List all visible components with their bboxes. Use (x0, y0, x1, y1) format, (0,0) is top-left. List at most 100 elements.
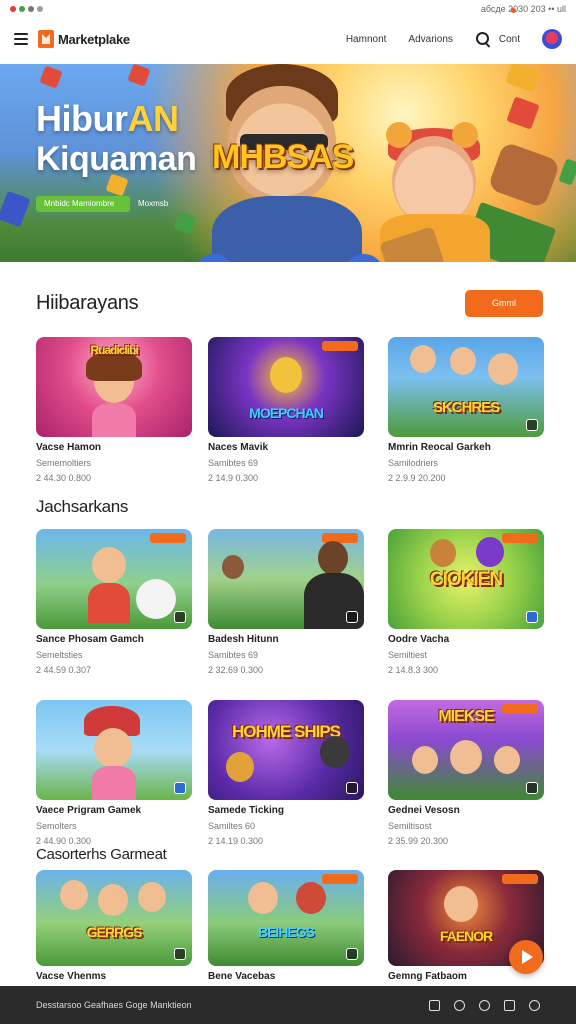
edit-icon[interactable] (504, 999, 515, 1011)
character-face (320, 736, 350, 768)
block-decoration (173, 211, 197, 235)
instagram-icon[interactable] (479, 999, 490, 1011)
notification-icon (10, 6, 16, 12)
block-decoration (0, 190, 31, 228)
hamburger-menu-icon[interactable] (14, 33, 28, 45)
card-meta: 2 44.90 0.300 (36, 836, 92, 846)
game-thumbnail[interactable] (36, 529, 192, 629)
hero-secondary-link[interactable]: Moxmsb (138, 196, 168, 212)
game-card[interactable]: HOHME SHIPS Samede Ticking Samiltes 60 2… (208, 700, 364, 846)
game-thumbnail[interactable]: GERRGS (36, 870, 192, 966)
thumbnail-logo: MOEPCHAN (249, 405, 324, 421)
card-subtitle: Semiltisost (388, 821, 432, 831)
card-title[interactable]: Vacse Vhenms (36, 971, 192, 982)
character-face (444, 886, 478, 922)
footer-text[interactable]: Desstarsoo Geafhaes Goge Manktieon (36, 1000, 192, 1010)
block-decoration (505, 64, 541, 93)
game-card[interactable]: GERRGS Vacse Vhenms (36, 870, 192, 982)
game-thumbnail[interactable]: MOEPCHAN (208, 337, 364, 437)
card-title[interactable]: Oodre Vacha (388, 634, 544, 645)
section-more-button[interactable]: Gmml (465, 290, 543, 317)
block-decoration (487, 141, 561, 209)
game-thumbnail[interactable]: SKCHRES (388, 337, 544, 437)
card-meta: 2 35.99 20.300 (388, 836, 449, 846)
card-title[interactable]: Bene Vacebas (208, 971, 364, 982)
card-subtitle: Samibtes 69 (208, 458, 259, 468)
badge-icon (174, 948, 186, 960)
character-body (88, 583, 130, 623)
card-title[interactable]: Mmrin Reocal Garkeh (388, 442, 544, 453)
block-decoration (39, 65, 63, 89)
card-subtitle: Samiltes 60 (208, 821, 256, 831)
badge-icon (346, 782, 358, 794)
badge-icon (174, 782, 186, 794)
search-icon[interactable] (475, 31, 491, 47)
hero-subtitle: Kiquaman (36, 140, 197, 178)
card-subtitle: Samilodriers (388, 458, 439, 468)
badge-icon (346, 948, 358, 960)
facebook-icon[interactable] (429, 999, 440, 1011)
character-face (488, 353, 518, 385)
app-icon (19, 6, 25, 12)
game-thumbnail[interactable]: MIEKSE (388, 700, 544, 800)
game-card[interactable]: Badesh Hitunn Samibtes 69 2 32.69 0.300 (208, 529, 364, 675)
hero-primary-button[interactable]: Mnbidc Mamiombre (36, 196, 130, 212)
game-card[interactable]: SKCHRES Mmrin Reocal Garkeh Samilodriers… (388, 337, 544, 483)
game-card[interactable]: MOEPCHAN Naces Mavik Samibtes 69 2 14.9 … (208, 337, 364, 483)
character-face (98, 884, 128, 916)
character-face (222, 555, 244, 579)
card-subtitle: Sememoltiers (36, 458, 92, 468)
card-subtitle: Semeltsties (36, 650, 83, 660)
game-thumbnail[interactable]: CIOKIEN (388, 529, 544, 629)
block-decoration (127, 64, 151, 87)
thumbnail-tag (322, 341, 358, 351)
badge-icon (526, 419, 538, 431)
game-card[interactable]: BEIHEGS Bene Vacebas (208, 870, 364, 982)
card-meta: 2 32.69 0.300 (208, 665, 264, 675)
thumbnail-logo: GERRGS (86, 923, 143, 940)
game-card[interactable]: MIEKSE Gednei Vesosn Semiltisost 2 35.99… (388, 700, 544, 846)
footer: Desstarsoo Geafhaes Goge Manktieon (0, 986, 576, 1024)
card-title[interactable]: Sance Phosam Gamch (36, 634, 192, 645)
card-subtitle: Samibtes 69 (208, 650, 259, 660)
nav-link-3[interactable]: Cont (499, 34, 520, 45)
card-title[interactable]: Badesh Hitunn (208, 634, 364, 645)
robot-character (136, 579, 176, 619)
thumbnail-tag (322, 874, 358, 884)
logo-icon[interactable] (38, 30, 54, 48)
card-title[interactable]: Vacse Hamon (36, 442, 192, 453)
app-icon (28, 6, 34, 12)
card-title[interactable]: Gednei Vesosn (388, 805, 544, 816)
nav-link-2[interactable]: Advarions (408, 34, 452, 45)
notification-dot-icon (511, 8, 516, 13)
character-face (450, 347, 476, 375)
game-card[interactable]: Ruadiclibi Vacse Hamon Sememoltiers 2 44… (36, 337, 192, 483)
game-thumbnail[interactable] (208, 529, 364, 629)
hero-title: HiburAN (36, 98, 179, 139)
thumbnail-logo: CIOKIEN (429, 569, 503, 590)
block-decoration (506, 96, 540, 130)
card-title[interactable]: Naces Mavik (208, 442, 364, 453)
status-text: абсде 2030 203 •• ull (480, 4, 566, 14)
settings-icon[interactable] (529, 999, 540, 1011)
logo-text[interactable]: Marketplake (58, 32, 130, 47)
game-thumbnail[interactable] (36, 700, 192, 800)
game-card[interactable]: Sance Phosam Gamch Semeltsties 2 44.59 0… (36, 529, 192, 675)
twitter-icon[interactable] (454, 999, 465, 1011)
game-thumbnail[interactable]: BEIHEGS (208, 870, 364, 966)
card-title[interactable]: Vaece Prigram Gamek (36, 805, 192, 816)
character-face (318, 541, 348, 575)
card-title[interactable]: Samede Ticking (208, 805, 364, 816)
top-navigation: Marketplake Hamnont Advarions Cont (0, 18, 576, 60)
card-meta: 2 44.30 0.800 (36, 473, 92, 483)
character-face (270, 357, 302, 393)
hero-banner[interactable]: HiburAN Kiquaman MHBSAS Mnbidc Mamiombre… (0, 64, 576, 262)
play-button[interactable] (509, 940, 543, 974)
avatar[interactable] (542, 29, 562, 49)
hero-character-boy (212, 196, 362, 262)
game-card[interactable]: CIOKIEN Oodre Vacha Semiltiest 2 14.8.3 … (388, 529, 544, 675)
game-thumbnail[interactable]: Ruadiclibi (36, 337, 192, 437)
nav-link-1[interactable]: Hamnont (346, 34, 387, 45)
game-card[interactable]: Vaece Prigram Gamek Semolters 2 44.90 0.… (36, 700, 192, 846)
game-thumbnail[interactable]: HOHME SHIPS (208, 700, 364, 800)
